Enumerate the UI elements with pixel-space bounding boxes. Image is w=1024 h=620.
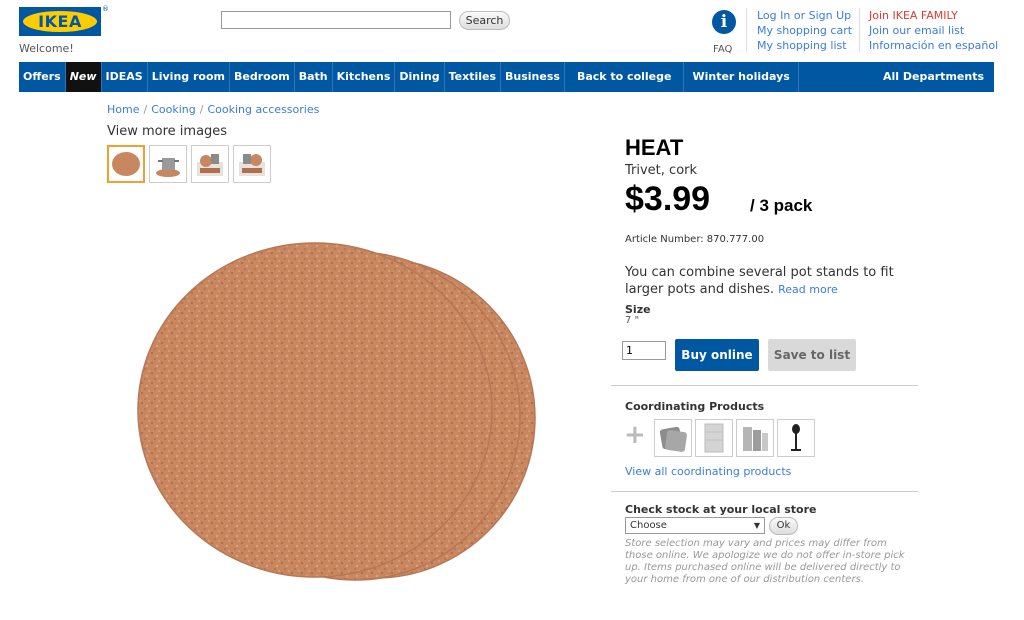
nav-ideas[interactable]: IDEAS (102, 62, 148, 92)
logo-text: IKEA (38, 12, 82, 31)
nav-winter-holidays[interactable]: Winter holidays (684, 62, 799, 92)
coordinating-dish-towel[interactable] (695, 419, 733, 457)
view-all-coordinating-link[interactable]: View all coordinating products (625, 465, 791, 478)
thumbnail-trivet-with-pot[interactable] (149, 145, 187, 183)
product-description: You can combine several pot stands to fi… (625, 264, 915, 298)
breadcrumb-separator: / (143, 103, 148, 116)
nav-bedroom[interactable]: Bedroom (230, 62, 295, 92)
shopping-cart-link[interactable]: My shopping cart (757, 23, 852, 38)
read-more-link[interactable]: Read more (778, 283, 838, 296)
breadcrumb-cooking-accessories[interactable]: Cooking accessories (207, 103, 319, 116)
quantity-input[interactable] (622, 341, 666, 360)
header-divider (859, 8, 860, 52)
product-price: $3.99 (625, 180, 711, 218)
ikea-logo[interactable]: IKEA (19, 7, 101, 36)
search-button[interactable]: Search (459, 11, 510, 30)
nav-back-to-college[interactable]: Back to college (565, 62, 685, 92)
stock-ok-button[interactable]: Ok (769, 517, 798, 535)
breadcrumb-cooking[interactable]: Cooking (151, 103, 196, 116)
nav-dining[interactable]: Dining (395, 62, 445, 92)
product-main-image[interactable] (130, 240, 550, 590)
coordinating-pot-holders[interactable] (654, 419, 692, 457)
account-links: Log In or Sign Up My shopping cart My sh… (757, 8, 852, 53)
main-navigation: Offers New IDEAS Living room Bedroom Bat… (19, 62, 994, 92)
coordinating-products-list (654, 419, 815, 457)
article-number: Article Number: 870.777.00 (625, 234, 765, 245)
coordinating-products-title: Coordinating Products (625, 400, 765, 413)
store-select[interactable]: Choose ▼ (625, 517, 765, 534)
breadcrumb: Home / Cooking / Cooking accessories (107, 103, 319, 116)
nav-bath[interactable]: Bath (295, 62, 333, 92)
breadcrumb-separator: / (199, 103, 204, 116)
save-to-list-button[interactable]: Save to list (768, 339, 856, 371)
shopping-list-link[interactable]: My shopping list (757, 38, 852, 53)
nav-business[interactable]: Business (501, 62, 565, 92)
store-select-value: Choose (630, 520, 667, 531)
coordinating-utensil[interactable] (777, 419, 815, 457)
search-input[interactable] (221, 11, 451, 29)
description-text: You can combine several pot stands to fi… (625, 265, 894, 297)
section-divider (611, 385, 918, 386)
membership-links: Join IKEA FAMILY Join our email list Inf… (869, 8, 998, 53)
header-divider (746, 8, 747, 52)
dropdown-arrow-icon: ▼ (753, 521, 760, 530)
login-link[interactable]: Log In or Sign Up (757, 8, 852, 23)
thumbnail-trivet-scene-2[interactable] (233, 145, 271, 183)
buy-online-button[interactable]: Buy online (675, 339, 759, 371)
check-stock-title: Check stock at your local store (625, 503, 817, 516)
coordinating-canisters[interactable] (736, 419, 774, 457)
spanish-info-link[interactable]: Información en español (869, 38, 998, 53)
email-list-link[interactable]: Join our email list (869, 23, 998, 38)
thumbnail-trivet-scene-1[interactable] (191, 145, 229, 183)
logo-registered-mark: ® (102, 5, 109, 13)
image-thumbnails (107, 145, 271, 183)
nav-living-room[interactable]: Living room (148, 62, 230, 92)
thumbnail-cork-trivet[interactable] (107, 145, 145, 183)
product-subtitle: Trivet, cork (625, 163, 698, 178)
stock-disclaimer: Store selection may vary and prices may … (625, 538, 905, 585)
ikea-family-link[interactable]: Join IKEA FAMILY (869, 8, 998, 23)
product-pack-size: / 3 pack (750, 196, 813, 215)
section-divider (611, 491, 918, 492)
plus-icon: + (624, 420, 646, 450)
nav-textiles[interactable]: Textiles (445, 62, 502, 92)
nav-kitchens[interactable]: Kitchens (333, 62, 396, 92)
logo-oval: IKEA (23, 11, 97, 32)
view-more-images-label: View more images (107, 124, 228, 139)
product-name: HEAT (625, 135, 684, 160)
nav-new[interactable]: New (65, 62, 102, 92)
faq-label[interactable]: FAQ (713, 44, 732, 55)
info-icon[interactable]: i (712, 10, 736, 34)
welcome-text: Welcome! (19, 42, 74, 55)
breadcrumb-home[interactable]: Home (107, 103, 139, 116)
nav-offers[interactable]: Offers (19, 62, 66, 92)
nav-all-departments[interactable]: All Departments (879, 62, 994, 92)
size-value: 7 " (625, 315, 640, 326)
